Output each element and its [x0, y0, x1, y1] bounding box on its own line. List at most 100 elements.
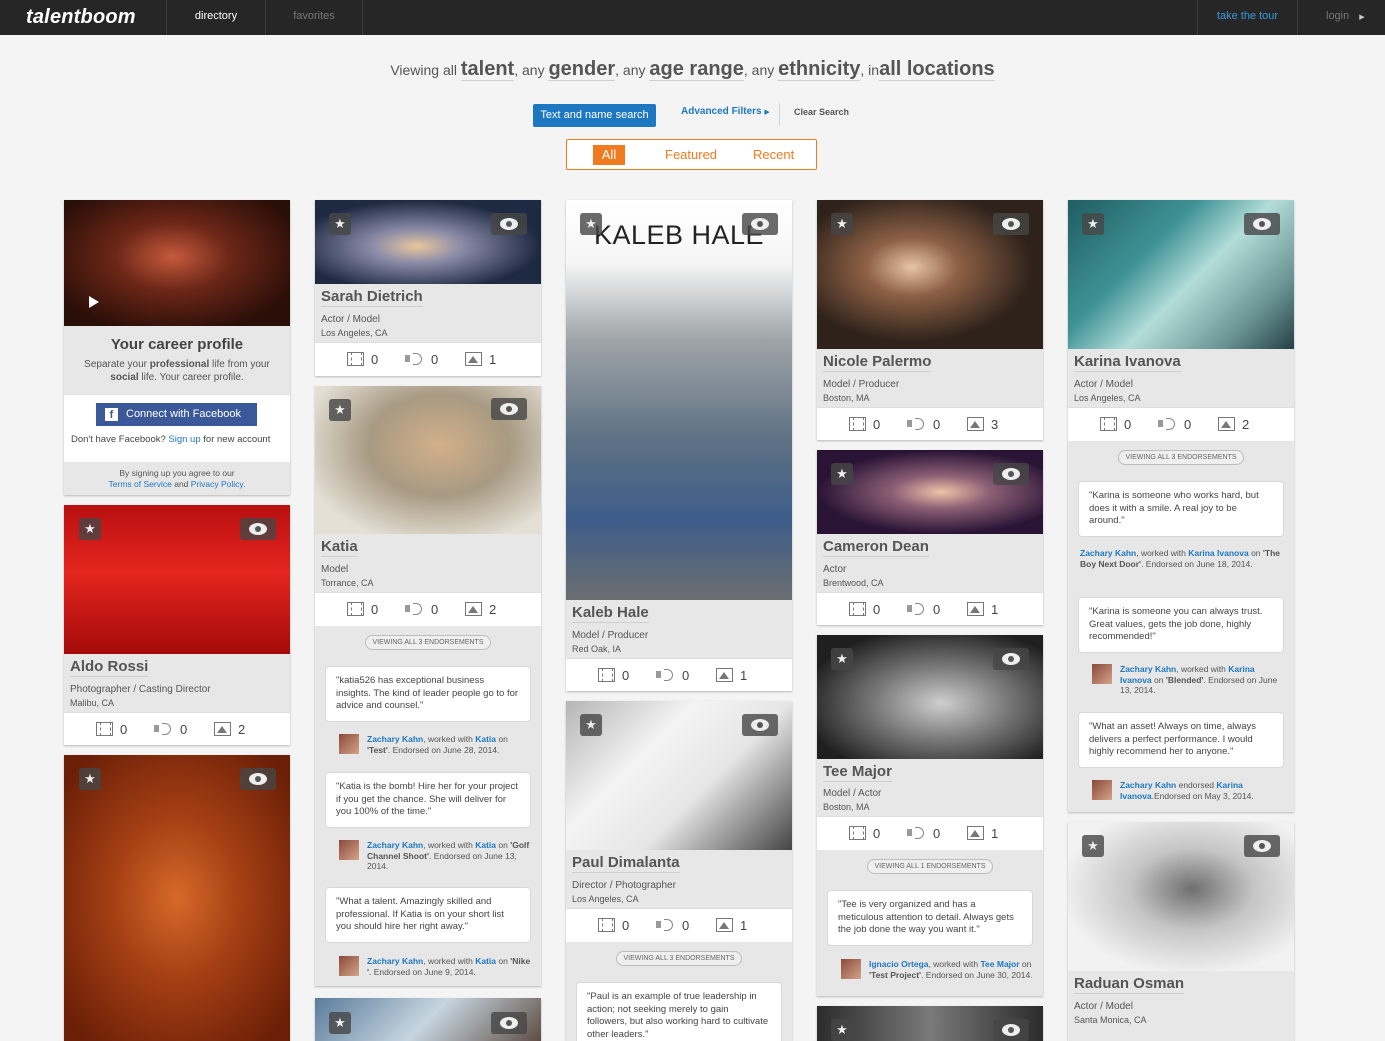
endorser-link[interactable]: Zachary Kahn	[1120, 664, 1176, 674]
star-icon[interactable]: ★	[831, 463, 853, 485]
profile-photo[interactable]: ★	[1068, 822, 1294, 971]
talent-link[interactable]: Karina Ivanova	[1188, 548, 1248, 558]
talent-link[interactable]: Tee Major	[981, 959, 1020, 969]
avatar[interactable]	[1092, 664, 1112, 684]
video-count[interactable]: 0	[347, 602, 378, 617]
profile-photo[interactable]: ★	[817, 450, 1043, 534]
image-count[interactable]: 1	[716, 918, 747, 933]
talent-name[interactable]: Katia	[321, 538, 358, 557]
endorser-link[interactable]: Zachary Kahn	[367, 956, 423, 966]
image-count[interactable]: 3	[967, 417, 998, 432]
profile-photo[interactable]: KALEB HALE ★	[566, 200, 792, 600]
view-endorsements-button[interactable]: VIEWING ALL 1 ENDORSEMENTS	[867, 859, 993, 874]
profile-photo[interactable]: ★	[566, 701, 792, 850]
talent-card-katia[interactable]: ★ Katia Model Torrance, CA 0 0 2 VIEWING…	[315, 386, 541, 986]
eye-icon[interactable]	[1244, 835, 1280, 857]
talent-card-tee[interactable]: ★ Tee Major Model / Actor Boston, MA 0 0…	[817, 635, 1043, 996]
talent-card-dancer[interactable]: ★	[64, 755, 290, 1041]
star-icon[interactable]: ★	[580, 714, 602, 736]
filter-ethnicity[interactable]: ethnicity	[778, 58, 861, 81]
star-icon[interactable]: ★	[1082, 213, 1104, 235]
advanced-filters-link[interactable]: Advanced Filters ▶	[681, 106, 770, 117]
text-search-button[interactable]: Text and name search	[533, 104, 656, 127]
talent-name[interactable]: Cameron Dean	[823, 538, 929, 557]
talent-card-bottom[interactable]: ★	[817, 1006, 1043, 1041]
talent-card-kaleb[interactable]: KALEB HALE ★ Kaleb Hale Model / Producer…	[566, 200, 792, 691]
connect-facebook-button[interactable]: f Connect with Facebook	[96, 403, 257, 426]
eye-icon[interactable]	[993, 213, 1029, 235]
video-count[interactable]: 0	[598, 668, 629, 683]
talent-link[interactable]: Katia	[475, 840, 496, 850]
avatar[interactable]	[841, 959, 861, 979]
view-endorsements-button[interactable]: VIEWING ALL 3 ENDORSEMENTS	[1118, 450, 1244, 465]
star-icon[interactable]: ★	[329, 213, 351, 235]
endorser-link[interactable]: Zachary Kahn	[367, 734, 423, 744]
eye-icon[interactable]	[491, 1012, 527, 1034]
profile-photo[interactable]: ★	[315, 200, 541, 284]
tab-featured[interactable]: Featured	[665, 147, 717, 162]
video-count[interactable]: 0	[849, 602, 880, 617]
eye-icon[interactable]	[240, 768, 276, 790]
image-count[interactable]: 2	[1218, 417, 1249, 432]
video-count[interactable]: 0	[1100, 417, 1131, 432]
talent-card-bottom[interactable]: ★	[315, 998, 541, 1041]
talent-name[interactable]: Sarah Dietrich	[321, 288, 423, 307]
profile-photo[interactable]: ★	[64, 755, 290, 1041]
star-icon[interactable]: ★	[329, 1012, 351, 1034]
video-count[interactable]: 0	[598, 918, 629, 933]
star-icon[interactable]: ★	[329, 399, 351, 421]
logo[interactable]: talentboom	[26, 6, 136, 29]
take-tour-link[interactable]: take the tour	[1197, 0, 1297, 35]
audio-count[interactable]: 0	[405, 602, 438, 617]
profile-photo[interactable]: ★	[315, 386, 541, 534]
video-count[interactable]: 0	[347, 352, 378, 367]
star-icon[interactable]: ★	[79, 768, 101, 790]
play-icon[interactable]	[89, 296, 99, 308]
video-count[interactable]: 0	[96, 722, 127, 737]
image-count[interactable]: 1	[967, 826, 998, 841]
profile-photo[interactable]: ★	[817, 1006, 1043, 1041]
image-count[interactable]: 1	[716, 668, 747, 683]
audio-count[interactable]: 0	[154, 722, 187, 737]
audio-count[interactable]: 0	[405, 352, 438, 367]
filter-age-range[interactable]: age range	[649, 58, 744, 81]
audio-count[interactable]: 0	[907, 602, 940, 617]
filter-locations[interactable]: all locations	[879, 58, 995, 81]
avatar[interactable]	[339, 840, 359, 860]
talent-card-sarah[interactable]: ★ Sarah Dietrich Actor / Model Los Angel…	[315, 200, 541, 376]
eye-icon[interactable]	[993, 648, 1029, 670]
talent-link[interactable]: Katia	[475, 956, 496, 966]
avatar[interactable]	[1092, 780, 1112, 800]
star-icon[interactable]: ★	[831, 213, 853, 235]
tab-recent[interactable]: Recent	[753, 147, 794, 162]
view-endorsements-button[interactable]: VIEWING ALL 3 ENDORSEMENTS	[616, 951, 742, 966]
endorser-link[interactable]: Ignacio Ortega	[869, 959, 929, 969]
audio-count[interactable]: 0	[656, 668, 689, 683]
talent-name[interactable]: Aldo Rossi	[70, 658, 149, 677]
eye-icon[interactable]	[1244, 213, 1280, 235]
eye-icon[interactable]	[742, 213, 778, 235]
filter-talent[interactable]: talent	[460, 58, 515, 81]
profile-photo[interactable]: ★	[817, 635, 1043, 759]
talent-card-aldo[interactable]: ★ Aldo Rossi Photographer / Casting Dire…	[64, 505, 290, 745]
eye-icon[interactable]	[491, 398, 527, 420]
clear-search-link[interactable]: Clear Search	[794, 107, 849, 117]
eye-icon[interactable]	[993, 1019, 1029, 1041]
talent-card-raduan[interactable]: ★ Raduan Osman Actor / Model Santa Monic…	[1068, 822, 1294, 1041]
filter-gender[interactable]: gender	[548, 58, 616, 81]
talent-card-karina[interactable]: ★ Karina Ivanova Actor / Model Los Angel…	[1068, 200, 1294, 812]
signup-link[interactable]: Sign up	[168, 434, 200, 445]
talent-name[interactable]: Kaleb Hale	[572, 604, 649, 623]
privacy-link[interactable]: Privacy Policy	[191, 479, 243, 489]
eye-icon[interactable]	[993, 463, 1029, 485]
avatar[interactable]	[339, 734, 359, 754]
star-icon[interactable]: ★	[79, 518, 101, 540]
eye-icon[interactable]	[240, 518, 276, 540]
audio-count[interactable]: 0	[907, 417, 940, 432]
avatar[interactable]	[339, 956, 359, 976]
profile-photo[interactable]: ★	[1068, 200, 1294, 349]
endorser-link[interactable]: Zachary Kahn	[1120, 780, 1176, 790]
star-icon[interactable]: ★	[831, 1019, 853, 1041]
audio-count[interactable]: 0	[1158, 417, 1191, 432]
profile-photo[interactable]: ★	[64, 505, 290, 654]
